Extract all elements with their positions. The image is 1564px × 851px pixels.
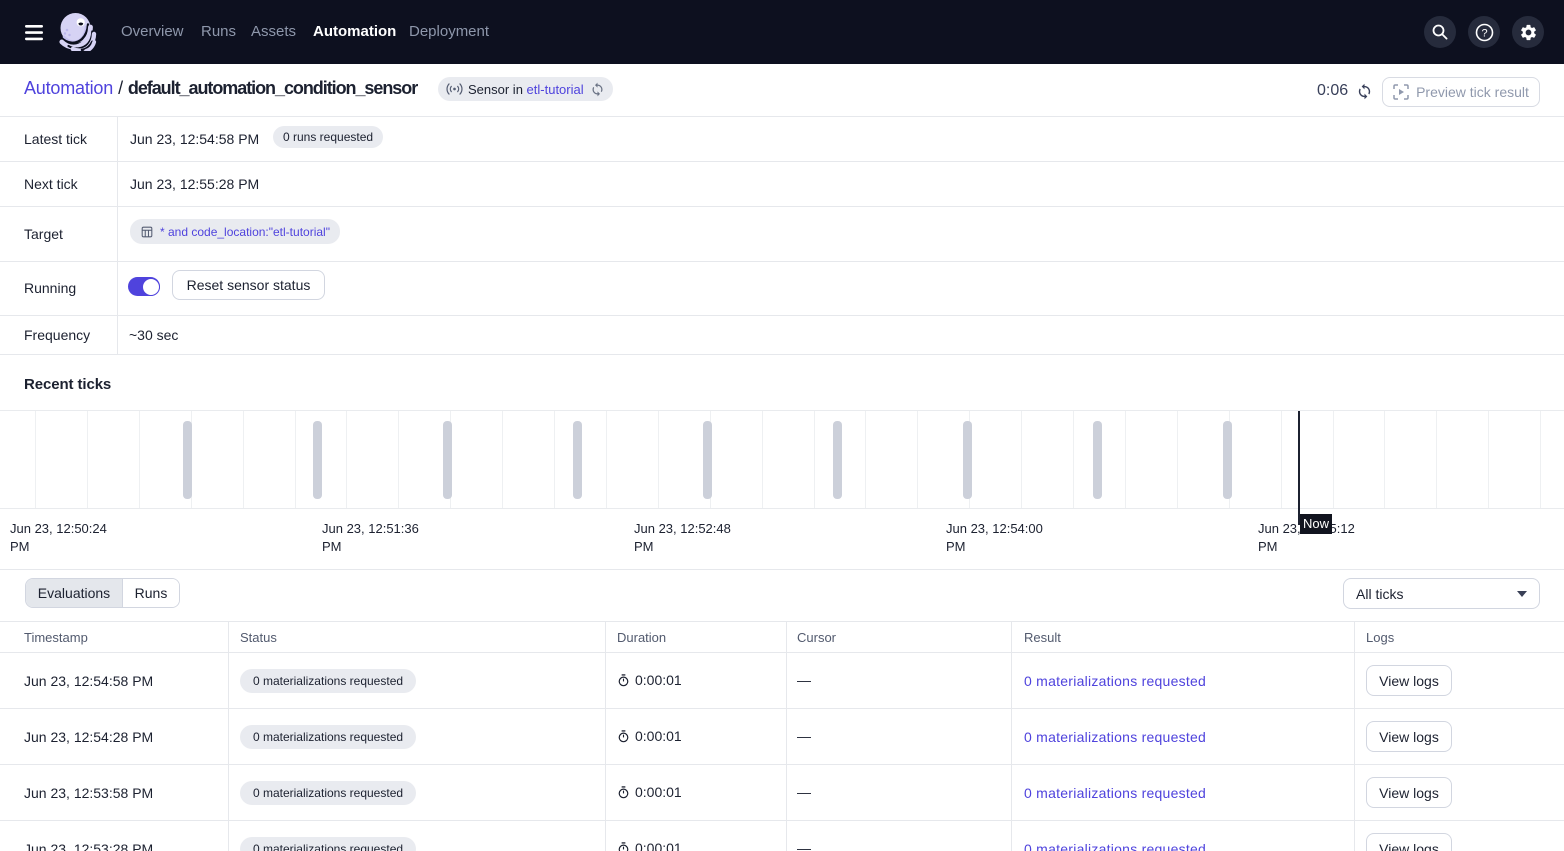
svg-text:?: ? — [1481, 27, 1487, 39]
